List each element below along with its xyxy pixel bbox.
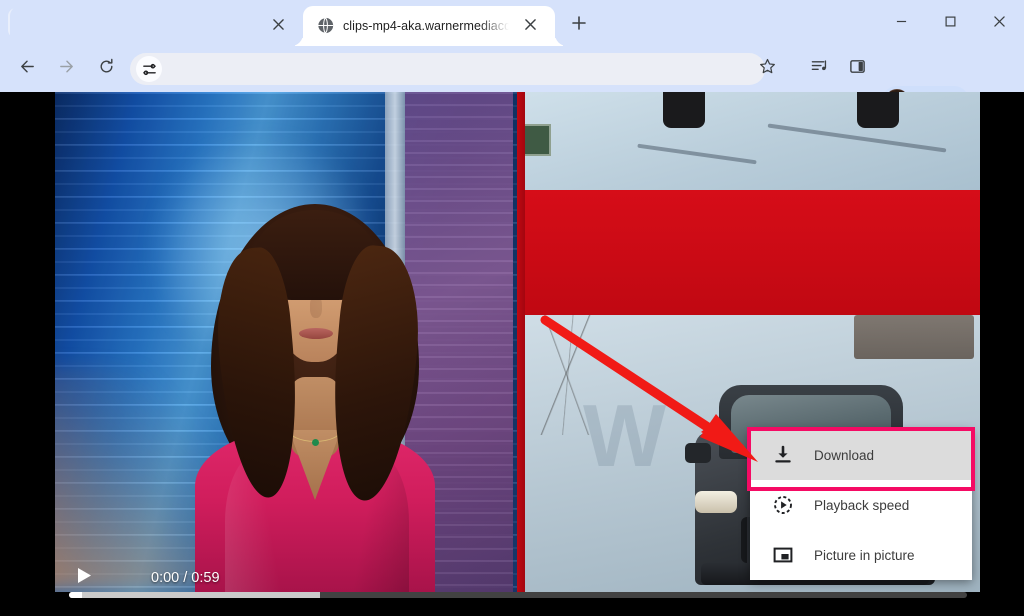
window-controls [877,0,1024,46]
menu-item-label: Picture in picture [814,548,915,563]
side-panel-icon [849,58,866,80]
arrow-left-icon [19,58,36,80]
reload-icon [98,58,115,80]
playback-speed-icon [772,494,794,516]
watermark-text: W [583,385,668,487]
new-tab-button[interactable] [565,11,593,39]
tune-icon[interactable] [136,56,162,82]
arrow-right-icon [58,58,75,80]
tab-close-button[interactable] [266,14,290,38]
browser-window: clips-mp4-aka.warnermediacdn [0,0,1024,616]
progress-bar[interactable] [69,592,967,598]
menu-item-label: Download [814,448,874,463]
star-icon [759,58,776,80]
side-panel-button[interactable] [841,53,873,85]
time-display: 0:00 / 0:59 [151,564,220,592]
bookmark-button[interactable] [751,53,783,85]
tab-inactive[interactable] [10,6,300,46]
play-icon [77,567,92,589]
close-icon [525,17,536,35]
news-anchor [195,162,435,592]
download-icon [772,444,794,466]
maximize-icon [945,14,956,32]
plus-icon [572,16,586,35]
played-range [69,592,82,598]
video-context-menu[interactable]: Download Playback speed Picture in pictu… [750,430,972,580]
tab-close-button[interactable] [518,14,542,38]
tab-strip: clips-mp4-aka.warnermediacdn [0,0,1024,46]
globe-icon [317,17,334,34]
tab-title [50,6,216,46]
menu-item-label: Playback speed [814,498,909,513]
menu-item-picture-in-picture[interactable]: Picture in picture [750,530,972,580]
browser-chrome: clips-mp4-aka.warnermediacdn [0,0,1024,92]
tab-title: clips-mp4-aka.warnermediacdn [343,6,509,46]
maximize-button[interactable] [926,0,975,46]
play-button[interactable] [70,564,98,592]
back-button[interactable] [12,54,42,84]
close-icon [994,14,1005,32]
tab-active[interactable]: clips-mp4-aka.warnermediacdn [303,6,555,46]
picture-in-picture-icon [772,544,794,566]
minimize-button[interactable] [877,0,926,46]
menu-item-playback-speed[interactable]: Playback speed [750,480,972,530]
media-controls-button[interactable] [803,53,835,85]
reload-button[interactable] [91,54,121,84]
address-bar[interactable] [130,53,765,85]
browser-toolbar: Paused [0,46,1024,92]
minimize-icon [896,14,907,32]
buffered-range [69,592,320,598]
close-icon [273,17,284,35]
lower-third-red-bar [517,190,980,315]
media-playlist-icon [811,58,828,80]
menu-item-download[interactable]: Download [750,430,972,480]
close-button[interactable] [975,0,1024,46]
dashcam-top-frame [517,92,980,190]
forward-button[interactable] [51,54,81,84]
